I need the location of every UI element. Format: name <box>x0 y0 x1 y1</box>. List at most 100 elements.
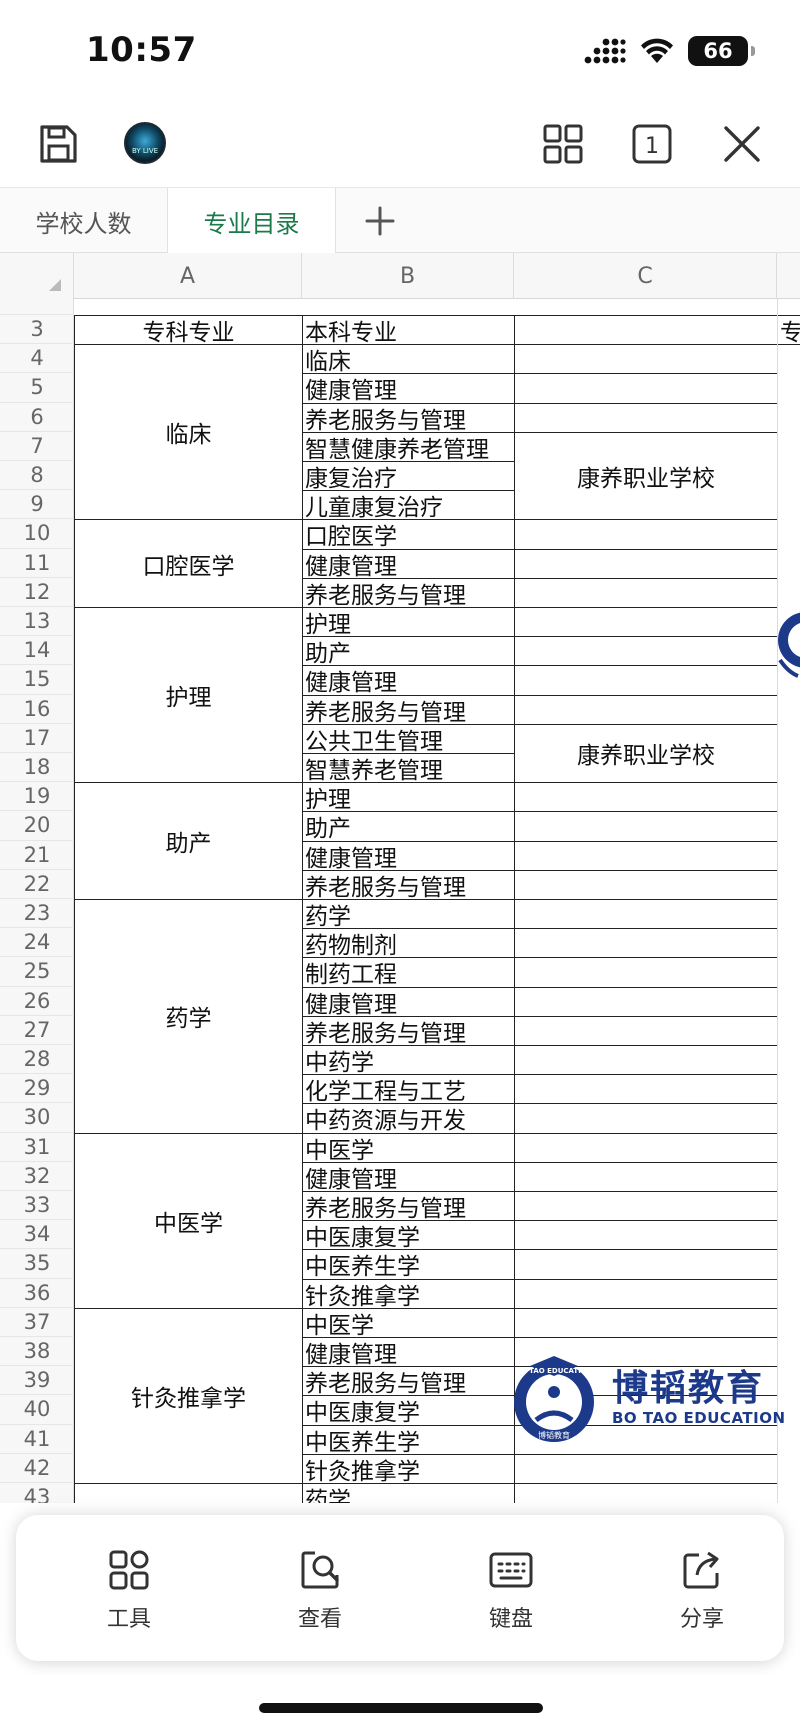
cell-bachelor-major[interactable]: 制药工程 <box>302 957 515 988</box>
save-button[interactable] <box>34 120 82 168</box>
cell-bachelor-major[interactable]: 健康管理 <box>302 1337 515 1368</box>
cell-bachelor-major[interactable]: 健康管理 <box>302 665 515 696</box>
home-indicator[interactable] <box>259 1703 543 1713</box>
cell-bachelor-major[interactable]: 养老服务与管理 <box>302 694 515 725</box>
cell-bachelor-major[interactable]: 健康管理 <box>302 373 515 404</box>
view-button[interactable]: 查看 <box>265 1549 375 1633</box>
cell-bachelor-major[interactable]: 药学 <box>302 1483 515 1503</box>
cell-bachelor-major[interactable]: 中医学 <box>302 1132 515 1163</box>
cell-bachelor-major[interactable]: 健康管理 <box>302 1161 515 1192</box>
cell-bachelor-major[interactable]: 中医养生学 <box>302 1424 515 1455</box>
cell-bachelor-major[interactable]: 养老服务与管理 <box>302 402 515 433</box>
cell-bachelor-major[interactable]: 助产 <box>302 636 515 667</box>
cell-school[interactable] <box>514 1483 778 1503</box>
cell-school[interactable] <box>514 928 778 959</box>
cell-bachelor-major[interactable]: 针灸推拿学 <box>302 1453 515 1484</box>
cell-school[interactable] <box>514 636 778 667</box>
cell-bachelor-major[interactable]: 儿童康复治疗 <box>302 490 515 521</box>
cell-header-partial[interactable]: 专 <box>777 315 800 346</box>
cell-junior-major[interactable] <box>74 1483 303 1503</box>
cell-bachelor-major[interactable]: 化学工程与工艺 <box>302 1074 515 1105</box>
cell-school[interactable] <box>514 811 778 842</box>
cell-junior-major[interactable]: 助产 <box>74 782 303 900</box>
cell-bachelor-major[interactable]: 护理 <box>302 782 515 813</box>
cell-school[interactable] <box>514 1103 778 1134</box>
tab-major-catalog[interactable]: 专业目录 <box>168 188 336 254</box>
cell-bachelor-major[interactable]: 药学 <box>302 899 515 930</box>
cell-bachelor-major[interactable]: 临床 <box>302 344 515 375</box>
cell-junior-major[interactable]: 临床 <box>74 344 303 521</box>
cell-school[interactable] <box>514 694 778 725</box>
cell-school[interactable] <box>514 1278 778 1309</box>
cell-bachelor-major[interactable]: 健康管理 <box>302 840 515 871</box>
cell-school-merged[interactable]: 康养职业学校 <box>514 723 778 784</box>
share-button[interactable]: 分享 <box>647 1549 757 1633</box>
cell-header-school[interactable] <box>514 315 778 346</box>
cell-bachelor-major[interactable]: 健康管理 <box>302 986 515 1017</box>
cell-bachelor-major[interactable]: 公共卫生管理 <box>302 723 515 754</box>
cell-school[interactable] <box>514 1045 778 1076</box>
cell-school[interactable] <box>514 1220 778 1251</box>
cell-bachelor-major[interactable]: 中医康复学 <box>302 1395 515 1426</box>
cell-school[interactable] <box>514 1191 778 1222</box>
cell-school-merged[interactable]: 康养职业学校 <box>514 431 778 521</box>
spreadsheet-grid[interactable]: A B C 3 4 5 6 7 8 9 10 11 12 13 14 15 16 17 18 19 20 21 22 2… <box>0 253 800 1503</box>
close-button[interactable] <box>718 120 766 168</box>
cell-bachelor-major[interactable]: 养老服务与管理 <box>302 1366 515 1397</box>
cell-bachelor-major[interactable]: 护理 <box>302 607 515 638</box>
add-sheet-button[interactable] <box>336 188 424 254</box>
cell-school[interactable] <box>514 1453 778 1484</box>
cell-bachelor-major[interactable]: 养老服务与管理 <box>302 1191 515 1222</box>
cell-school[interactable] <box>514 607 778 638</box>
cell-bachelor-major[interactable]: 智慧健康养老管理 <box>302 431 515 462</box>
cell-bachelor-major[interactable]: 口腔医学 <box>302 519 515 550</box>
cell-junior-major[interactable]: 口腔医学 <box>74 519 303 608</box>
cell-school[interactable] <box>514 402 778 433</box>
cell-junior-major[interactable]: 针灸推拿学 <box>74 1307 303 1484</box>
cell-bachelor-major[interactable]: 健康管理 <box>302 548 515 579</box>
cell-bachelor-major[interactable]: 中药学 <box>302 1045 515 1076</box>
cell-bachelor-major[interactable]: 中医康复学 <box>302 1220 515 1251</box>
tab-school-count[interactable]: 学校人数 <box>0 188 168 254</box>
cell-bachelor-major[interactable]: 养老服务与管理 <box>302 577 515 608</box>
cell-school[interactable] <box>514 1307 778 1338</box>
cell-junior-major[interactable]: 药学 <box>74 899 303 1134</box>
cell-school[interactable] <box>514 1074 778 1105</box>
cell-school[interactable] <box>514 957 778 988</box>
cell-school[interactable] <box>514 548 778 579</box>
cell-header-bachelor[interactable]: 本科专业 <box>302 315 515 346</box>
cell-header-junior[interactable]: 专科专业 <box>74 315 303 346</box>
cell-bachelor-major[interactable]: 中医养生学 <box>302 1249 515 1280</box>
cell-school[interactable] <box>514 782 778 813</box>
cell-bachelor-major[interactable]: 智慧养老管理 <box>302 753 515 784</box>
cell-bachelor-major[interactable]: 针灸推拿学 <box>302 1278 515 1309</box>
cell-school[interactable] <box>514 1249 778 1280</box>
profile-avatar[interactable]: BY LIVE <box>121 119 169 167</box>
cell-bachelor-major[interactable]: 康复治疗 <box>302 461 515 492</box>
cell-school[interactable] <box>514 519 778 550</box>
cell-school[interactable] <box>514 373 778 404</box>
cell-school[interactable] <box>514 869 778 900</box>
cell-bachelor-major[interactable]: 养老服务与管理 <box>302 869 515 900</box>
cell-bachelor-major[interactable]: 中医学 <box>302 1307 515 1338</box>
cell-bachelor-major[interactable]: 中药资源与开发 <box>302 1103 515 1134</box>
cell-bachelor-major[interactable]: 养老服务与管理 <box>302 1015 515 1046</box>
cell-junior-major[interactable]: 护理 <box>74 607 303 784</box>
cell-school[interactable] <box>514 899 778 930</box>
cell-school[interactable] <box>514 1161 778 1192</box>
tools-label: 工具 <box>106 1607 151 1632</box>
cell-school[interactable] <box>514 1015 778 1046</box>
cell-school[interactable] <box>514 840 778 871</box>
cell-school[interactable] <box>514 665 778 696</box>
cell-school[interactable] <box>514 1132 778 1163</box>
cell-school[interactable] <box>514 344 778 375</box>
window-count-button[interactable]: 1 <box>628 120 676 168</box>
cell-bachelor-major[interactable]: 助产 <box>302 811 515 842</box>
cell-school[interactable] <box>514 577 778 608</box>
cell-school[interactable] <box>514 986 778 1017</box>
cell-bachelor-major[interactable]: 药物制剂 <box>302 928 515 959</box>
cell-junior-major[interactable]: 中医学 <box>74 1132 303 1309</box>
tools-button[interactable]: 工具 <box>74 1549 184 1633</box>
grid-view-button[interactable] <box>539 120 587 168</box>
keyboard-button[interactable]: 键盘 <box>456 1549 566 1633</box>
